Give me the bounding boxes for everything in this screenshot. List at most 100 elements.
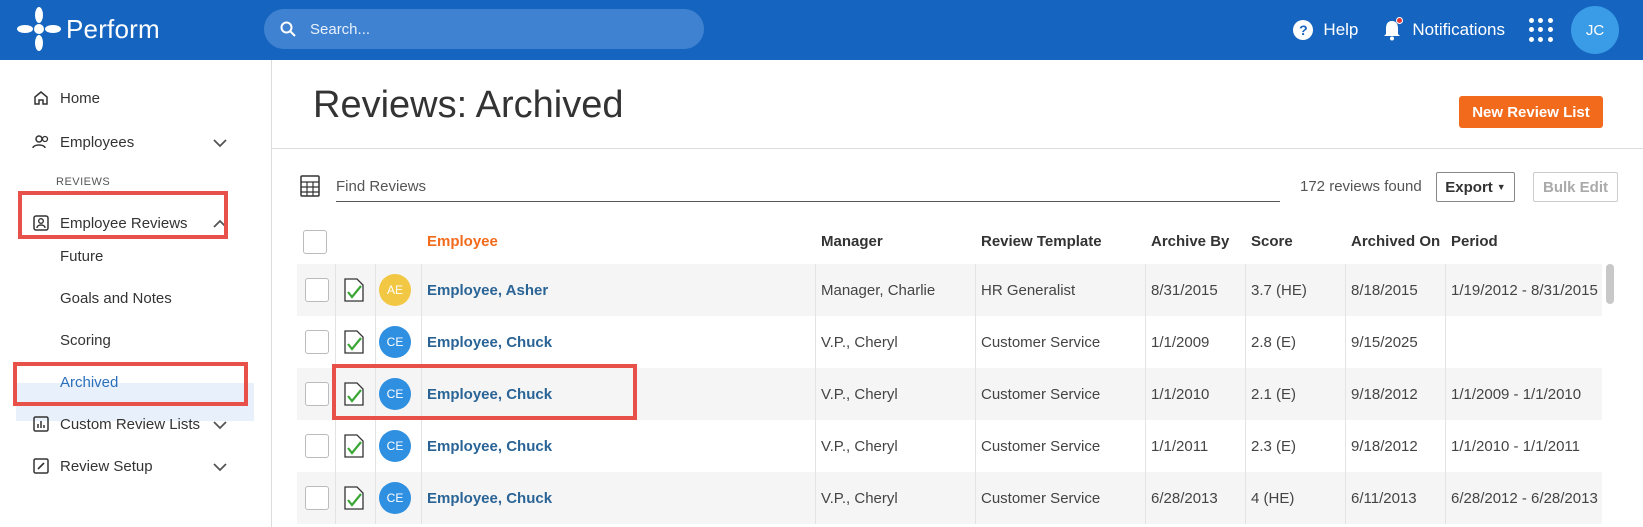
chevron-down-icon[interactable] bbox=[212, 459, 228, 475]
sidebar-item-employees[interactable]: Employees bbox=[32, 133, 134, 151]
manager-cell: V.P., Cheryl bbox=[821, 333, 898, 351]
column-divider bbox=[1245, 264, 1246, 316]
column-divider bbox=[1345, 420, 1346, 472]
app-logo[interactable]: Perform bbox=[16, 6, 160, 52]
template-cell: Customer Service bbox=[981, 333, 1101, 351]
column-divider bbox=[815, 316, 816, 368]
chart-list-icon bbox=[33, 416, 49, 432]
column-header-review-template[interactable]: Review Template bbox=[981, 233, 1102, 250]
sidebar-item-scoring[interactable]: Scoring bbox=[60, 332, 111, 349]
table-scrollbar[interactable] bbox=[1606, 264, 1614, 304]
sidebar-item-label: Employees bbox=[60, 133, 135, 151]
row-checkbox[interactable] bbox=[305, 486, 329, 510]
column-divider bbox=[975, 264, 976, 316]
row-checkbox[interactable] bbox=[305, 278, 329, 302]
column-divider bbox=[421, 420, 422, 472]
sidebar-item-home[interactable]: Home bbox=[32, 89, 100, 107]
column-divider bbox=[815, 368, 816, 420]
column-divider bbox=[335, 420, 336, 472]
document-check-icon[interactable] bbox=[343, 434, 365, 458]
sidebar-item-goals-and-notes[interactable]: Goals and Notes bbox=[60, 290, 172, 307]
column-divider bbox=[421, 316, 422, 368]
help-button[interactable]: ? Help bbox=[1293, 20, 1358, 40]
avatar: CE bbox=[379, 482, 411, 514]
column-divider bbox=[975, 472, 976, 524]
search-icon bbox=[280, 21, 296, 37]
help-icon: ? bbox=[1293, 20, 1314, 40]
archive-by-cell: 1/1/2010 bbox=[1151, 385, 1210, 403]
archived-on-cell: 8/18/2015 bbox=[1351, 281, 1418, 299]
sidebar-item-future[interactable]: Future bbox=[60, 248, 103, 265]
spreadsheet-icon[interactable] bbox=[299, 174, 321, 198]
manager-cell: Manager, Charlie bbox=[821, 281, 936, 299]
top-bar: Perform Search... ? Help Notifications J… bbox=[0, 0, 1643, 60]
column-divider bbox=[1445, 316, 1446, 368]
column-header-archived-on[interactable]: Archived On bbox=[1351, 233, 1440, 250]
employee-link[interactable]: Employee, Chuck bbox=[427, 420, 552, 472]
avatar: AE bbox=[379, 274, 411, 306]
document-check-icon[interactable] bbox=[343, 330, 365, 354]
manager-cell: V.P., Cheryl bbox=[821, 385, 898, 403]
template-cell: Customer Service bbox=[981, 385, 1101, 403]
column-divider bbox=[375, 264, 376, 316]
archive-by-cell: 1/1/2009 bbox=[1151, 333, 1210, 351]
app-name: Perform bbox=[66, 13, 160, 44]
archived-on-cell: 6/11/2013 bbox=[1351, 489, 1417, 507]
chevron-down-icon[interactable] bbox=[212, 417, 228, 433]
column-divider bbox=[1345, 368, 1346, 420]
column-header-score[interactable]: Score bbox=[1251, 233, 1293, 250]
user-avatar[interactable]: JC bbox=[1571, 6, 1619, 54]
new-review-list-button[interactable]: New Review List bbox=[1459, 96, 1603, 128]
table-row[interactable]: CE Employee, Chuck V.P., Cheryl Customer Se… bbox=[297, 420, 1602, 472]
section-label-reviews: REVIEWS bbox=[56, 176, 111, 188]
header-divider bbox=[272, 148, 1643, 149]
template-cell: Customer Service bbox=[981, 489, 1101, 507]
chevron-down-icon[interactable] bbox=[212, 135, 228, 151]
column-header-employee[interactable]: Employee bbox=[427, 233, 498, 250]
column-header-period[interactable]: Period bbox=[1451, 233, 1498, 250]
document-check-icon[interactable] bbox=[343, 278, 365, 302]
table-row[interactable]: CE Employee, Chuck V.P., Cheryl Customer Se… bbox=[297, 472, 1602, 524]
column-divider bbox=[421, 264, 422, 316]
column-header-archive-by[interactable]: Archive By bbox=[1151, 233, 1229, 250]
search-placeholder: Search... bbox=[310, 20, 371, 38]
employee-link[interactable]: Employee, Chuck bbox=[427, 316, 552, 368]
column-header-manager[interactable]: Manager bbox=[821, 233, 883, 250]
archive-by-cell: 6/28/2013 bbox=[1151, 489, 1218, 507]
column-divider bbox=[421, 472, 422, 524]
sidebar-item-label: Custom Review Lists bbox=[60, 415, 201, 433]
row-checkbox[interactable] bbox=[305, 434, 329, 458]
row-checkbox[interactable] bbox=[305, 382, 329, 406]
edit-setup-icon bbox=[33, 458, 49, 474]
employee-link[interactable]: Employee, Chuck bbox=[427, 472, 552, 524]
apps-grid-icon[interactable] bbox=[1529, 18, 1553, 42]
template-cell: HR Generalist bbox=[981, 281, 1076, 299]
table-row[interactable]: AE Employee, Asher Manager, Charlie HR Gene… bbox=[297, 264, 1602, 316]
find-reviews-input[interactable]: Find Reviews bbox=[336, 178, 1280, 202]
score-cell: 3.7 (HE) bbox=[1251, 281, 1307, 299]
export-label: Export bbox=[1445, 178, 1493, 196]
column-divider bbox=[1145, 420, 1146, 472]
table-row[interactable]: CE Employee, Chuck V.P., Cheryl Customer Se… bbox=[297, 316, 1602, 368]
column-divider bbox=[375, 472, 376, 524]
employee-link[interactable]: Employee, Asher bbox=[427, 264, 548, 316]
column-divider bbox=[1245, 316, 1246, 368]
bulk-edit-button[interactable]: Bulk Edit bbox=[1533, 172, 1618, 202]
people-icon bbox=[32, 135, 49, 149]
search-input[interactable]: Search... bbox=[264, 9, 704, 49]
perform-logo-icon bbox=[17, 7, 61, 51]
sidebar-item-custom-review-lists[interactable]: Custom Review Lists bbox=[32, 415, 200, 433]
archive-by-cell: 1/1/2011 bbox=[1151, 437, 1209, 455]
select-all-checkbox[interactable] bbox=[303, 230, 327, 254]
column-divider bbox=[1345, 472, 1346, 524]
sidebar-item-review-setup[interactable]: Review Setup bbox=[32, 457, 153, 475]
document-check-icon[interactable] bbox=[343, 486, 365, 510]
notifications-button[interactable]: Notifications bbox=[1382, 17, 1505, 41]
highlight-box-row bbox=[332, 364, 637, 420]
export-button[interactable]: Export ▼ bbox=[1436, 172, 1515, 202]
row-checkbox[interactable] bbox=[305, 330, 329, 354]
period-cell: 1/1/2009 - 1/1/2010 bbox=[1451, 385, 1582, 403]
archived-on-cell: 9/18/2012 bbox=[1351, 385, 1418, 403]
period-cell: 1/19/2012 - 8/31/2015 bbox=[1451, 281, 1598, 299]
home-icon bbox=[34, 91, 48, 105]
